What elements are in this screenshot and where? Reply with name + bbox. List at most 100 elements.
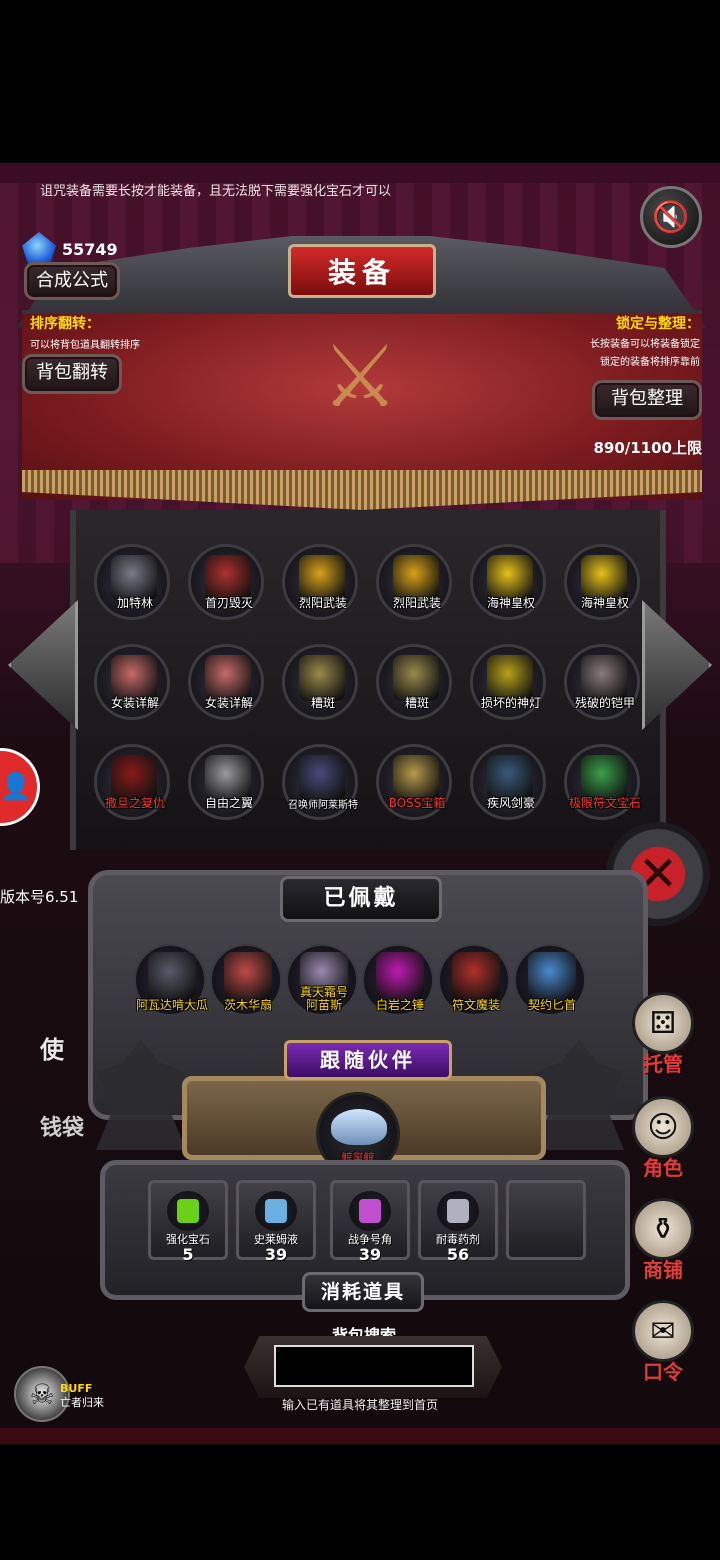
item-label: 海神皇权 [486,596,535,610]
consumable-count: 5 [182,1245,194,1264]
consumable-slot[interactable]: 耐毒药剂 56 [418,1180,498,1264]
lock-sort-desc-2: 锁定的装备将排序靠前 [600,357,700,368]
inventory-slot[interactable]: 海神皇权 [564,544,640,620]
auto-button[interactable]: ⚄ 托管 [626,992,700,1082]
item-label: 女装详解 [110,696,159,710]
item-label: 残破的铠甲 [574,696,635,710]
inventory-slot[interactable]: 撒旦之复仇 [94,744,170,820]
consumable-count: 39 [264,1245,288,1264]
consumable-slot-empty[interactable] [506,1180,586,1260]
equipment-icon [376,952,424,1000]
inventory-slot[interactable]: 极限符文宝石 [564,744,641,820]
equipment-icon [148,952,196,1000]
item-label: 女装详解 [204,696,253,710]
item-label: 撒旦之复仇 [104,796,165,810]
inventory-slot[interactable]: 女装详解 [94,644,170,720]
side-menu-label: 商铺 [643,1258,683,1282]
item-label: 海神皇权 [580,596,629,610]
equipment-icon [528,952,576,1000]
sort-flip-desc: 可以将背包道具翻转排序 [30,340,140,351]
character-button[interactable]: ☺ 角色 [626,1096,700,1186]
buff-subtitle: 亡者归来 [60,1396,104,1409]
inventory-slot[interactable]: 烈阳武装 [282,544,358,620]
search-hint: 输入已有道具将其整理到首页 [282,1398,439,1412]
item-label: 首刃毁灭 [204,596,253,610]
inventory-slot[interactable]: BOSS宝箱 [376,744,452,820]
item-label: 自由之翼 [204,796,253,810]
user-icon: 👤 [0,772,33,802]
inventory-slot[interactable]: 召唤师阿莱斯特 [282,744,358,820]
lock-sort-heading: 锁定与整理： [616,316,700,332]
lock-sort-desc-1: 长按装备可以将装备锁定 [590,339,700,350]
mute-button[interactable]: 🔇 [640,186,702,248]
background-text-wallet: 钱袋 [40,1116,85,1141]
consumable-slot[interactable]: 史莱姆液 39 [236,1180,316,1264]
side-menu-label: 托管 [643,1052,683,1076]
search-input[interactable] [274,1345,474,1387]
item-label: 极限符文宝石 [568,796,641,810]
inventory-slot[interactable]: 疾风剑豪 [470,744,546,820]
consumable-icon [265,1199,287,1223]
equipped-slot[interactable]: 符文魔装 [438,944,510,1016]
notice-text: 诅咒装备需要长按才能装备，且无法脱下需要强化宝石才可以 [40,184,392,199]
inventory-slot[interactable]: 海神皇权 [470,544,546,620]
shop-button[interactable]: ⚱ 商铺 [626,1198,700,1288]
item-label: 损坏的神灯 [480,696,541,710]
gem-icon [22,232,56,266]
side-menu-label: 角色 [643,1156,683,1180]
character-icon: ☺ [632,1096,694,1158]
inventory-slot[interactable]: 糟斑 [282,644,358,720]
inventory-slot[interactable]: 加特林 [94,544,170,620]
equipped-slot[interactable]: 茨木华扇 [210,944,282,1016]
speaker-muted-icon: 🔇 [652,199,690,235]
inventory-slot[interactable]: 烈阳武装 [376,544,452,620]
consumables-title: 消耗道具 [302,1272,424,1312]
inventory-slot[interactable]: 损坏的神灯 [470,644,546,720]
synthesis-button[interactable]: 合成公式 [24,262,120,300]
equipment-label: 契约匕首 [527,998,576,1012]
item-label: 加特林 [116,596,153,610]
consumable-icon [359,1199,381,1223]
consumable-slot[interactable]: 战争号角 39 [330,1180,410,1264]
bottom-bar [0,1428,720,1444]
inventory-slot[interactable]: 女装详解 [188,644,264,720]
whale-icon [331,1109,387,1145]
item-icon [299,755,345,801]
item-label: 烈阳武装 [298,596,347,610]
equipment-icon [452,952,500,1000]
crossed-swords-emblem-icon: ⚔ [321,327,399,427]
version-label: 版本号6.51 [0,888,79,906]
consumable-icon [177,1199,199,1223]
equipment-icon [224,952,272,1000]
shop-icon: ⚱ [632,1198,694,1260]
inventory-slot[interactable]: 残破的铠甲 [564,644,640,720]
flip-bag-button[interactable]: 背包翻转 [22,354,122,394]
inventory-slot[interactable]: 自由之翼 [188,744,264,820]
item-label: 糟斑 [404,696,429,710]
sort-flip-heading: 排序翻转： [30,316,100,332]
inventory-slot[interactable]: 糟斑 [376,644,452,720]
item-label: 疾风剑豪 [486,796,535,810]
sort-flip-info: 排序翻转： 可以将背包道具翻转排序 [30,313,140,351]
scroll-icon: ✉ [632,1300,694,1362]
inventory-slot[interactable]: 首刃毁灭 [188,544,264,620]
equipped-slot[interactable]: 阿瓦达啃大瓜 [134,944,208,1016]
side-menu-label: 口令 [643,1360,683,1384]
consumable-count: 39 [358,1245,382,1264]
gem-count: 55749 [62,239,118,259]
item-label: BOSS宝箱 [388,796,446,810]
gem-counter: 55749 [22,232,118,266]
background-text-use: 使 [40,1036,64,1064]
item-label: 召唤师阿莱斯特 [288,800,358,811]
code-button[interactable]: ✉ 口令 [626,1300,700,1390]
item-label: 烈阳武装 [392,596,441,610]
equipped-slot[interactable]: 契约匕首 [514,944,586,1016]
equipped-slot[interactable]: 真天霜号 阿苗斯 [286,944,358,1016]
sort-bag-button[interactable]: 背包整理 [592,380,702,420]
consumable-count: 56 [446,1245,470,1264]
page-title: 装备 [288,244,436,298]
equipped-slot[interactable]: 白岩之锤 [362,944,434,1016]
lock-sort-info: 锁定与整理： 长按装备可以将装备锁定 锁定的装备将排序靠前 [590,313,700,372]
consumable-slot[interactable]: 强化宝石 5 [148,1180,228,1264]
bag-capacity: 890/1100上限 [593,439,702,457]
